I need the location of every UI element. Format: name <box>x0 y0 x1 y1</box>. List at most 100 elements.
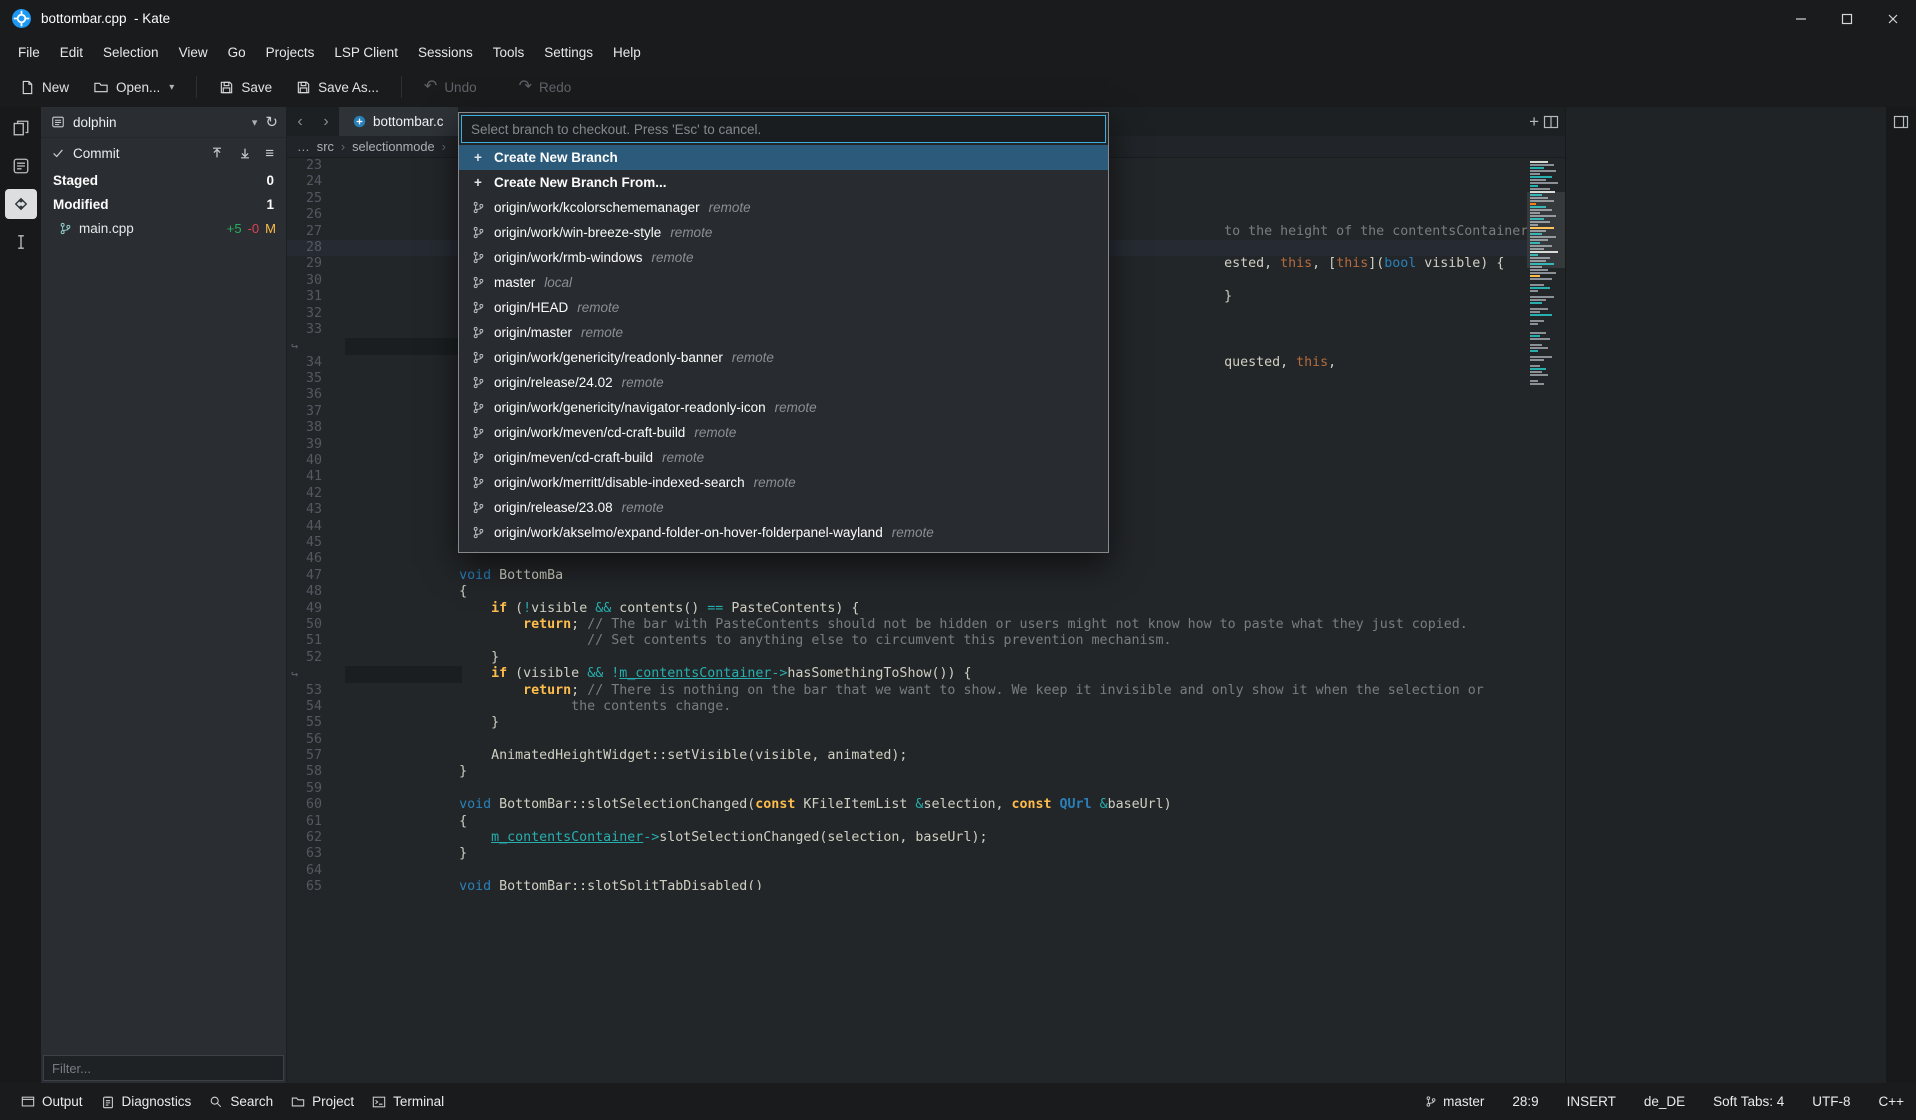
save-button[interactable]: Save <box>209 74 282 101</box>
menu-item[interactable]: Selection <box>93 41 169 64</box>
new-tab-button[interactable]: + <box>1529 115 1539 129</box>
input-mode-status[interactable]: INSERT <box>1567 1094 1616 1109</box>
branch-item[interactable]: origin/work/genericity/readonly-banner r… <box>459 345 1108 370</box>
branch-name: origin/work/merritt/disable-indexed-sear… <box>494 475 745 490</box>
minimap-viewport[interactable] <box>1527 192 1565 268</box>
project-panel-button[interactable]: Project <box>282 1089 363 1114</box>
commit-button[interactable]: Commit <box>73 146 120 161</box>
branch-name: origin/ <box>494 550 531 552</box>
right-panel-toggle-button[interactable] <box>1893 115 1909 129</box>
branch-name: origin/work/rmb-windows <box>494 250 643 265</box>
branch-name: origin/work/genericity/readonly-banner <box>494 350 723 365</box>
branch-action-item[interactable]: + Create New Branch From... <box>459 170 1108 195</box>
minimap-line <box>1530 314 1552 316</box>
cursor-position-status[interactable]: 28:9 <box>1512 1094 1538 1109</box>
modified-section[interactable]: Modified 1 <box>41 192 286 216</box>
minimap-line <box>1530 275 1540 277</box>
branch-item[interactable]: origin/work/genericity/navigator-readonl… <box>459 395 1108 420</box>
git-menu-button[interactable]: ≡ <box>263 145 276 162</box>
branch-item[interactable]: origin/work/rmb-windows remote <box>459 245 1108 270</box>
refresh-button[interactable]: ↻ <box>265 113 278 131</box>
undo-button[interactable]: ↶ Undo <box>414 74 487 101</box>
output-panel-button[interactable]: Output <box>12 1089 92 1114</box>
push-button[interactable] <box>207 143 227 163</box>
branch-name: origin/work/win-breeze-style <box>494 225 661 240</box>
menu-item[interactable]: Sessions <box>408 41 483 64</box>
redo-button[interactable]: ↷ Redo <box>509 74 582 101</box>
dictionary-status[interactable]: de_DE <box>1644 1094 1685 1109</box>
branch-search-input[interactable] <box>461 115 1106 143</box>
branch-item[interactable]: origin/HEAD remote <box>459 295 1108 320</box>
text-cursor-tool-button[interactable] <box>5 227 37 257</box>
branch-kind: remote <box>775 400 817 415</box>
tab-bottombar[interactable]: bottombar.c <box>339 107 458 136</box>
minimap-line <box>1530 311 1540 313</box>
menu-item[interactable]: Help <box>603 41 651 64</box>
staged-section[interactable]: Staged 0 <box>41 168 286 192</box>
toolbar-separator <box>196 76 197 98</box>
menu-item[interactable]: View <box>169 41 218 64</box>
split-view-button[interactable] <box>1543 115 1559 129</box>
symbols-panel-button[interactable] <box>5 151 37 181</box>
minimize-button[interactable] <box>1778 0 1824 37</box>
branch-item[interactable]: origin/work/kcolorschememanager remote <box>459 195 1108 220</box>
branch-item[interactable]: origin/master remote <box>459 320 1108 345</box>
line-number: 38 <box>287 420 322 436</box>
minimap-scrollbar[interactable] <box>1527 158 1565 1083</box>
file-type-status[interactable]: C++ <box>1878 1094 1904 1109</box>
branch-item[interactable]: origin/meven/cd-craft-build remote <box>459 445 1108 470</box>
branch-name: origin/work/genericity/navigator-readonl… <box>494 400 766 415</box>
code-line: 48 return; // The bar with PasteContents… <box>287 584 1527 600</box>
branch-item[interactable]: origin/release/23.08 remote <box>459 495 1108 520</box>
open-document-button[interactable]: Open... ▾ <box>83 74 184 101</box>
breadcrumb-ellipsis[interactable]: … <box>297 139 310 154</box>
menu-item[interactable]: Go <box>218 41 256 64</box>
branch-item[interactable]: origin/work/meven/cd-craft-build remote <box>459 420 1108 445</box>
save-as-icon <box>296 80 311 95</box>
save-as-button[interactable]: Save As... <box>286 74 389 101</box>
line-number: 61 <box>287 814 322 830</box>
kate-logo-icon <box>12 9 31 28</box>
back-button[interactable]: ‹ <box>287 107 313 136</box>
branch-action-item[interactable]: + Create New Branch <box>459 145 1108 170</box>
branch-item[interactable]: origin/work/akselmo/expand-folder-on-hov… <box>459 520 1108 545</box>
breadcrumb-item-src[interactable]: src <box>317 139 334 154</box>
new-document-button[interactable]: New <box>10 74 79 101</box>
project-selector[interactable]: dolphin ▾ ↻ <box>41 107 286 138</box>
branch-item[interactable]: origin/work/win-breeze-style remote <box>459 220 1108 245</box>
git-branch-icon <box>471 526 485 539</box>
menu-item[interactable]: Tools <box>483 41 535 64</box>
documents-panel-button[interactable] <box>5 113 37 143</box>
branch-name: origin/release/23.08 <box>494 500 613 515</box>
branch-item[interactable]: origin/ <box>459 545 1108 552</box>
wrap-arrow-icon: ↪ <box>291 338 298 354</box>
code-line: 63 void BottomBar::slotSplitTabDisabled(… <box>287 846 1527 862</box>
branch-item[interactable]: master local <box>459 270 1108 295</box>
search-panel-button[interactable]: Search <box>200 1089 282 1114</box>
terminal-panel-button[interactable]: Terminal <box>363 1089 453 1114</box>
maximize-button[interactable] <box>1824 0 1870 37</box>
breadcrumb-item-selectionmode[interactable]: selectionmode <box>352 139 435 154</box>
line-number: 32 <box>287 306 322 322</box>
forward-button[interactable]: › <box>313 107 339 136</box>
menu-item[interactable]: File <box>8 41 50 64</box>
git-branch-status[interactable]: master <box>1425 1094 1484 1109</box>
encoding-status[interactable]: UTF-8 <box>1812 1094 1850 1109</box>
modified-file-row[interactable]: main.cpp +5 -0 M <box>41 216 286 240</box>
menu-item[interactable]: LSP Client <box>324 41 408 64</box>
tab-mode-status[interactable]: Soft Tabs: 4 <box>1713 1094 1784 1109</box>
git-branch-icon <box>471 501 485 514</box>
filter-input[interactable] <box>43 1055 284 1081</box>
pull-button[interactable] <box>235 143 255 163</box>
git-branch-icon <box>471 451 485 464</box>
menu-item[interactable]: Projects <box>256 41 325 64</box>
branch-item[interactable]: origin/release/24.02 remote <box>459 370 1108 395</box>
menu-item[interactable]: Settings <box>534 41 603 64</box>
branch-item[interactable]: origin/work/merritt/disable-indexed-sear… <box>459 470 1108 495</box>
menu-item[interactable]: Edit <box>50 41 93 64</box>
close-button[interactable] <box>1870 0 1916 37</box>
diagnostics-panel-button[interactable]: Diagnostics <box>92 1089 201 1114</box>
save-label: Save <box>241 80 272 95</box>
code-line: 64 { <box>287 863 1527 879</box>
git-panel-button[interactable] <box>5 189 37 219</box>
